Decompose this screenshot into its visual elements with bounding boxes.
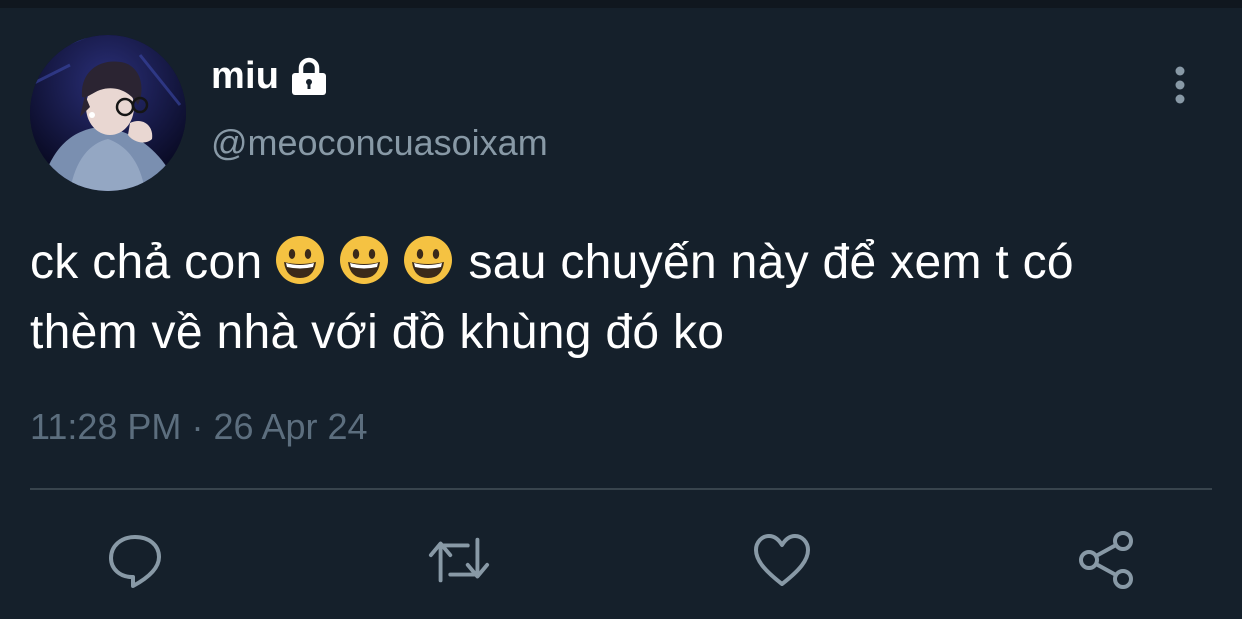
tweet-text-part: thèm về nhà với đồ khùng đó ko: [30, 306, 725, 359]
reply-icon: [109, 535, 161, 588]
grinning-face-emoji-icon: [276, 236, 325, 284]
grinning-face-emoji-icon: [404, 236, 453, 284]
share-icon: [1079, 531, 1133, 589]
tweet-text: ck chả con sau chuyến này để xem t có thè…: [30, 228, 1235, 368]
avatar[interactable]: [30, 35, 186, 191]
retweet-icon: [428, 537, 490, 583]
like-icon: [754, 534, 810, 586]
timestamp[interactable]: 11:28 PM · 26 Apr 24: [30, 406, 368, 448]
more-options-button[interactable]: [1160, 62, 1200, 108]
lock-icon: [289, 56, 329, 96]
display-name[interactable]: miu: [211, 55, 279, 98]
like-button[interactable]: [750, 528, 814, 592]
retweet-button[interactable]: [427, 528, 491, 592]
timestamp-separator: ·: [191, 406, 204, 447]
tweet-time: 11:28 PM: [30, 406, 182, 447]
emoji-group: [274, 234, 454, 286]
top-divider: [0, 0, 1242, 8]
tweet-text-part: ck chả con: [30, 236, 263, 289]
grinning-face-emoji-icon: [340, 236, 389, 284]
share-button[interactable]: [1075, 528, 1139, 592]
tweet-date: 26 Apr 24: [213, 406, 368, 447]
avatar-image: [30, 35, 186, 191]
action-divider: [30, 488, 1212, 490]
reply-button[interactable]: [103, 528, 167, 592]
more-vertical-icon: [1175, 66, 1185, 104]
author-handle[interactable]: @meoconcuasoixam: [211, 122, 548, 164]
tweet-text-part: sau chuyến này để xem t có: [468, 236, 1074, 289]
author-row: miu: [211, 52, 329, 100]
